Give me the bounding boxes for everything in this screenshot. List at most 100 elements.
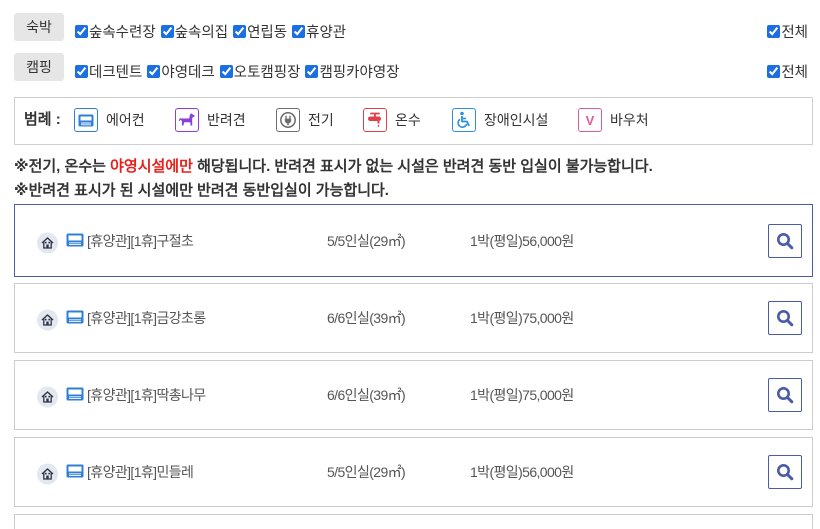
search-icon bbox=[777, 232, 794, 249]
select-all-lodging[interactable]: 전체 bbox=[767, 17, 808, 45]
category-label-lodging: 숙박 bbox=[14, 13, 64, 41]
room-row[interactable]: [휴양관][1휴]딱총나무 6/6인실(39㎡) 1박(평일)75,000원 bbox=[14, 360, 813, 430]
option-label: 야영데크 bbox=[161, 64, 215, 81]
plug-glyph bbox=[280, 112, 296, 128]
house-icon bbox=[37, 463, 58, 485]
room-price: 1박(평일)56,000원 bbox=[470, 464, 574, 480]
camping-options: 데크텐트 야영데크 오토캠핑장 캠핑카야영장 bbox=[75, 57, 405, 85]
air-conditioner-icon bbox=[66, 387, 84, 401]
legend-label: 전기 bbox=[308, 112, 334, 128]
option-auto-camping[interactable]: 오토캠핑장 bbox=[219, 61, 301, 82]
house-icon bbox=[37, 386, 58, 408]
room-name: [휴양관][1휴]딱총나무 bbox=[87, 387, 206, 403]
house-icon bbox=[37, 232, 58, 253]
room-row[interactable]: [휴양관][1휴]금강초롱 6/6인실(39㎡) 1박(평일)75,000원 bbox=[14, 283, 813, 353]
category-label-camping: 캠핑 bbox=[14, 53, 64, 81]
option-label: 숲속의집 bbox=[174, 24, 229, 41]
option-row-house[interactable]: 연립동 bbox=[233, 21, 287, 42]
room-name: [휴양관][1휴]민들레 bbox=[87, 464, 194, 480]
legend-label: 온수 bbox=[395, 112, 421, 128]
option-label: 연립동 bbox=[247, 24, 288, 41]
checkbox[interactable] bbox=[147, 64, 161, 78]
air-conditioner-icon bbox=[74, 108, 98, 132]
option-label: 휴양관 bbox=[306, 24, 347, 41]
search-icon bbox=[777, 310, 794, 327]
room-capacity: 5/5인실(29㎡) bbox=[327, 232, 406, 249]
option-deck-tent[interactable]: 데크텐트 bbox=[75, 61, 142, 82]
room-capacity: 6/6인실(39㎡) bbox=[327, 387, 406, 403]
checkbox[interactable] bbox=[160, 24, 174, 38]
legend-item-voucher: V 바우처 bbox=[578, 108, 649, 132]
search-button[interactable] bbox=[768, 455, 802, 489]
legend-item-hot-water: 온수 bbox=[363, 108, 421, 132]
checkbox[interactable] bbox=[305, 64, 319, 78]
voucher-icon: V bbox=[578, 108, 602, 132]
legend-item-accessibility: 장애인시설 bbox=[452, 108, 548, 132]
air-conditioner-icon bbox=[66, 233, 84, 246]
option-camping-deck[interactable]: 야영데크 bbox=[147, 61, 215, 82]
option-forest-cabin[interactable]: 숲속의집 bbox=[160, 21, 229, 42]
option-label: 오토캠핑장 bbox=[233, 64, 301, 81]
room-row[interactable]: [휴양관][1휴]민들레 5/5인실(29㎡) 1박(평일)56,000원 bbox=[14, 437, 813, 507]
plug-icon bbox=[276, 108, 300, 132]
room-name: [휴양관][1휴]금강초롱 bbox=[87, 310, 206, 326]
room-price: 1박(평일)75,000원 bbox=[470, 310, 574, 326]
wheelchair-glyph bbox=[457, 111, 470, 128]
legend-item-air-conditioner: 에어컨 bbox=[74, 108, 145, 132]
room-capacity: 5/5인실(29㎡) bbox=[327, 464, 406, 480]
legend-label: 바우처 bbox=[610, 112, 649, 128]
legend-label: 에어컨 bbox=[106, 112, 145, 128]
legend-label: 반려견 bbox=[207, 112, 246, 128]
house-icon bbox=[37, 309, 58, 331]
legend-item-electricity: 전기 bbox=[276, 108, 334, 132]
legend-item-pet: 반려견 bbox=[175, 108, 246, 132]
search-icon bbox=[777, 387, 794, 404]
room-name: [휴양관][1휴]구절초 bbox=[87, 232, 194, 249]
option-label: 캠핑카야영장 bbox=[319, 64, 400, 81]
notice-highlight: 야영시설에만 bbox=[110, 158, 193, 175]
option-forest-training-center[interactable]: 숲속수련장 bbox=[75, 21, 156, 42]
checkbox[interactable] bbox=[219, 64, 233, 78]
checkbox[interactable] bbox=[767, 24, 781, 38]
voucher-glyph: V bbox=[585, 112, 595, 128]
legend-label: 장애인시설 bbox=[484, 112, 549, 128]
wheelchair-icon bbox=[452, 108, 476, 132]
checkbox[interactable] bbox=[75, 24, 88, 38]
air-conditioner-icon bbox=[66, 464, 84, 478]
notice-text: ※전기, 온수는 bbox=[14, 158, 111, 175]
checkbox[interactable] bbox=[767, 64, 781, 78]
notice-line-2: ※반려견 표시가 된 시설에만 반려견 동반입실이 가능합니다. bbox=[14, 182, 389, 199]
air-conditioner-glyph bbox=[78, 114, 94, 126]
room-price: 1박(평일)75,000원 bbox=[470, 387, 574, 403]
option-label: 숲속수련장 bbox=[89, 24, 156, 41]
filter-row-lodging: 숙박 숲속수련장 숲속의집 연립동 휴양관 전체 bbox=[14, 13, 812, 41]
option-recreation-lodge[interactable]: 휴양관 bbox=[292, 21, 346, 42]
room-row[interactable]: [휴양관][1휴]구절초 5/5인실(29㎡) 1박(평일)56,000원 bbox=[14, 204, 813, 277]
faucet-glyph bbox=[368, 112, 381, 127]
filter-row-camping: 캠핑 데크텐트 야영데크 오토캠핑장 캠핑카야영장 전체 bbox=[14, 53, 812, 81]
search-button[interactable] bbox=[768, 378, 802, 412]
room-price: 1박(평일)56,000원 bbox=[470, 232, 574, 249]
dog-glyph bbox=[178, 113, 195, 126]
option-caravan-site[interactable]: 캠핑카야영장 bbox=[305, 61, 400, 82]
select-all-label: 전체 bbox=[781, 24, 808, 41]
notice-line-1: ※전기, 온수는 야영시설에만 해당됩니다. 반려견 표시가 없는 시설은 반려… bbox=[14, 157, 653, 177]
search-button[interactable] bbox=[768, 223, 802, 258]
room-capacity: 6/6인실(39㎡) bbox=[327, 310, 406, 326]
dog-icon bbox=[175, 108, 199, 132]
checkbox[interactable] bbox=[233, 24, 247, 38]
air-conditioner-icon bbox=[66, 310, 84, 324]
select-all-camping[interactable]: 전체 bbox=[767, 57, 808, 85]
select-all-label: 전체 bbox=[781, 64, 808, 81]
checkbox[interactable] bbox=[292, 24, 306, 38]
search-icon bbox=[777, 464, 794, 481]
legend-box: 범례 : 에어컨 반려견 전기 온수 장애인시설 V 바우처 bbox=[14, 97, 813, 145]
notice-text: 해당됩니다. 반려견 표시가 없는 시설은 반려견 동반 입실이 불가능합니다. bbox=[192, 158, 653, 175]
search-button[interactable] bbox=[768, 301, 802, 335]
lodging-options: 숲속수련장 숲속의집 연립동 휴양관 bbox=[75, 17, 351, 45]
legend-title: 범례 : bbox=[24, 111, 61, 128]
hot-water-icon bbox=[363, 108, 387, 132]
room-row[interactable] bbox=[14, 514, 813, 529]
option-label: 데크텐트 bbox=[89, 64, 143, 81]
checkbox[interactable] bbox=[75, 64, 88, 78]
